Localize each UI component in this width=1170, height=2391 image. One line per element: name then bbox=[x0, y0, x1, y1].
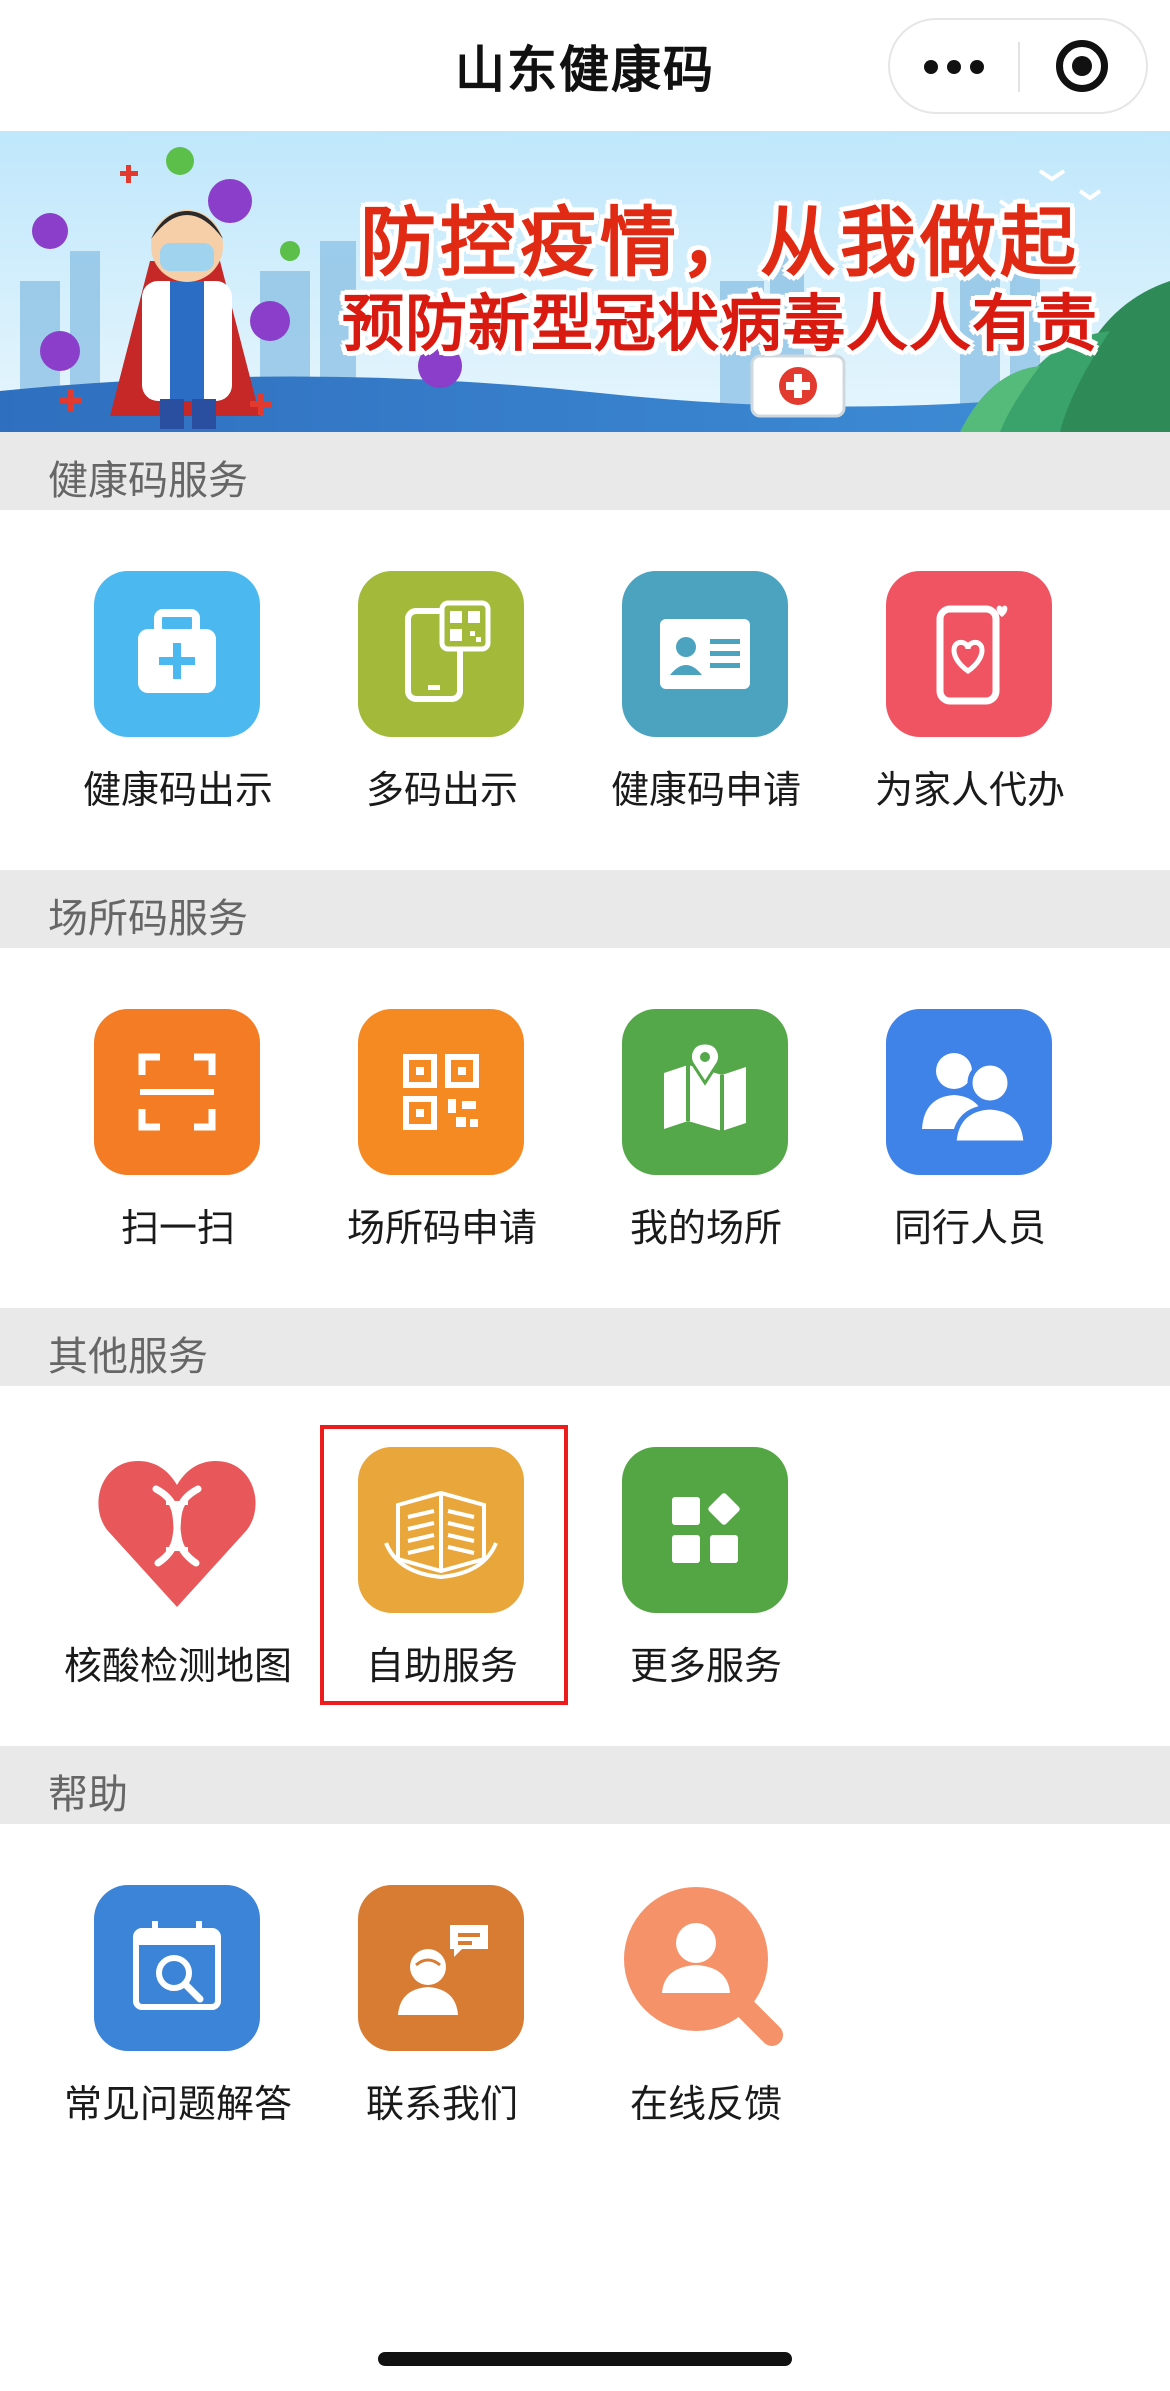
tile-label: 多码出示 bbox=[365, 768, 518, 812]
home-indicator bbox=[378, 2352, 792, 2366]
section-header-other-services: 其他服务 bbox=[0, 1308, 1170, 1386]
health-code-grid: 健康码出示 多码出示 健康码申请 为家人代办 bbox=[0, 571, 1170, 851]
tile-scan[interactable]: 扫一扫 bbox=[46, 1009, 310, 1289]
section-header-venue-code: 场所码服务 bbox=[0, 870, 1170, 948]
nav-bar: 山东健康码 bbox=[0, 0, 1170, 131]
section-header-health-code: 健康码服务 bbox=[0, 432, 1170, 510]
tile-label: 我的场所 bbox=[629, 1206, 782, 1250]
tile-companions[interactable]: 同行人员 bbox=[838, 1009, 1102, 1289]
close-target-icon[interactable] bbox=[1020, 20, 1148, 112]
map-pin-icon bbox=[622, 1009, 788, 1175]
tile-online-feedback[interactable]: 在线反馈 bbox=[574, 1885, 838, 2165]
tile-label: 健康码申请 bbox=[610, 768, 801, 812]
calendar-search-icon bbox=[94, 1885, 260, 2051]
tile-venue-code-apply[interactable]: 场所码申请 bbox=[310, 1009, 574, 1289]
app-page: 山东健康码 防控疫情，从我做起 预防新型冠状病毒人人有责 健康码服务 健康码出示… bbox=[0, 0, 1170, 2391]
section-header-help: 帮助 bbox=[0, 1746, 1170, 1824]
qr-code-icon bbox=[358, 1009, 524, 1175]
mini-program-capsule bbox=[888, 18, 1148, 114]
tile-health-code-apply[interactable]: 健康码申请 bbox=[574, 571, 838, 851]
section-title: 帮助 bbox=[48, 1772, 128, 1818]
people-icon bbox=[886, 1009, 1052, 1175]
tile-label: 联系我们 bbox=[365, 2082, 518, 2126]
tile-more-services[interactable]: 更多服务 bbox=[574, 1447, 838, 1727]
tile-nucleic-test-map[interactable]: 核酸检测地图 bbox=[46, 1447, 310, 1727]
tile-family-proxy[interactable]: 为家人代办 bbox=[838, 571, 1102, 851]
section-title: 其他服务 bbox=[48, 1334, 208, 1380]
banner[interactable]: 防控疫情，从我做起 预防新型冠状病毒人人有责 bbox=[0, 131, 1170, 432]
tile-label: 更多服务 bbox=[629, 1644, 782, 1688]
tile-label: 同行人员 bbox=[893, 1206, 1046, 1250]
venue-code-grid: 扫一扫 场所码申请 我的场所 同行人员 bbox=[0, 1009, 1170, 1289]
dna-heart-icon bbox=[94, 1447, 260, 1613]
tile-contact-us[interactable]: 联系我们 bbox=[310, 1885, 574, 2165]
phone-heart-icon bbox=[886, 571, 1052, 737]
user-search-icon bbox=[622, 1885, 788, 2051]
tile-faq[interactable]: 常见问题解答 bbox=[46, 1885, 310, 2165]
more-dots-icon[interactable] bbox=[890, 20, 1018, 112]
section-title: 健康码服务 bbox=[48, 458, 248, 504]
contact-agent-icon bbox=[358, 1885, 524, 2051]
tile-label: 核酸检测地图 bbox=[63, 1644, 292, 1688]
medical-kit-icon bbox=[94, 571, 260, 737]
banner-subline: 预防新型冠状病毒人人有责 bbox=[341, 287, 1098, 360]
tile-health-code-show[interactable]: 健康码出示 bbox=[46, 571, 310, 851]
help-grid: 常见问题解答 联系我们 在线反馈 bbox=[0, 1885, 1170, 2165]
highlight-box bbox=[320, 1425, 568, 1705]
section-title: 场所码服务 bbox=[48, 896, 248, 942]
tile-label: 常见问题解答 bbox=[63, 2082, 292, 2126]
tile-label: 场所码申请 bbox=[346, 1206, 537, 1250]
tile-my-venue[interactable]: 我的场所 bbox=[574, 1009, 838, 1289]
tile-label: 健康码出示 bbox=[82, 768, 273, 812]
other-services-grid: 核酸检测地图 自助服务 更多服务 bbox=[0, 1447, 1170, 1727]
tile-label: 扫一扫 bbox=[120, 1206, 235, 1250]
tile-label: 在线反馈 bbox=[629, 2082, 782, 2126]
scan-icon bbox=[94, 1009, 260, 1175]
tile-label: 为家人代办 bbox=[874, 768, 1065, 812]
phone-qr-icon bbox=[358, 571, 524, 737]
id-card-icon bbox=[622, 571, 788, 737]
tile-multi-code-show[interactable]: 多码出示 bbox=[310, 571, 574, 851]
more-apps-icon bbox=[622, 1447, 788, 1613]
